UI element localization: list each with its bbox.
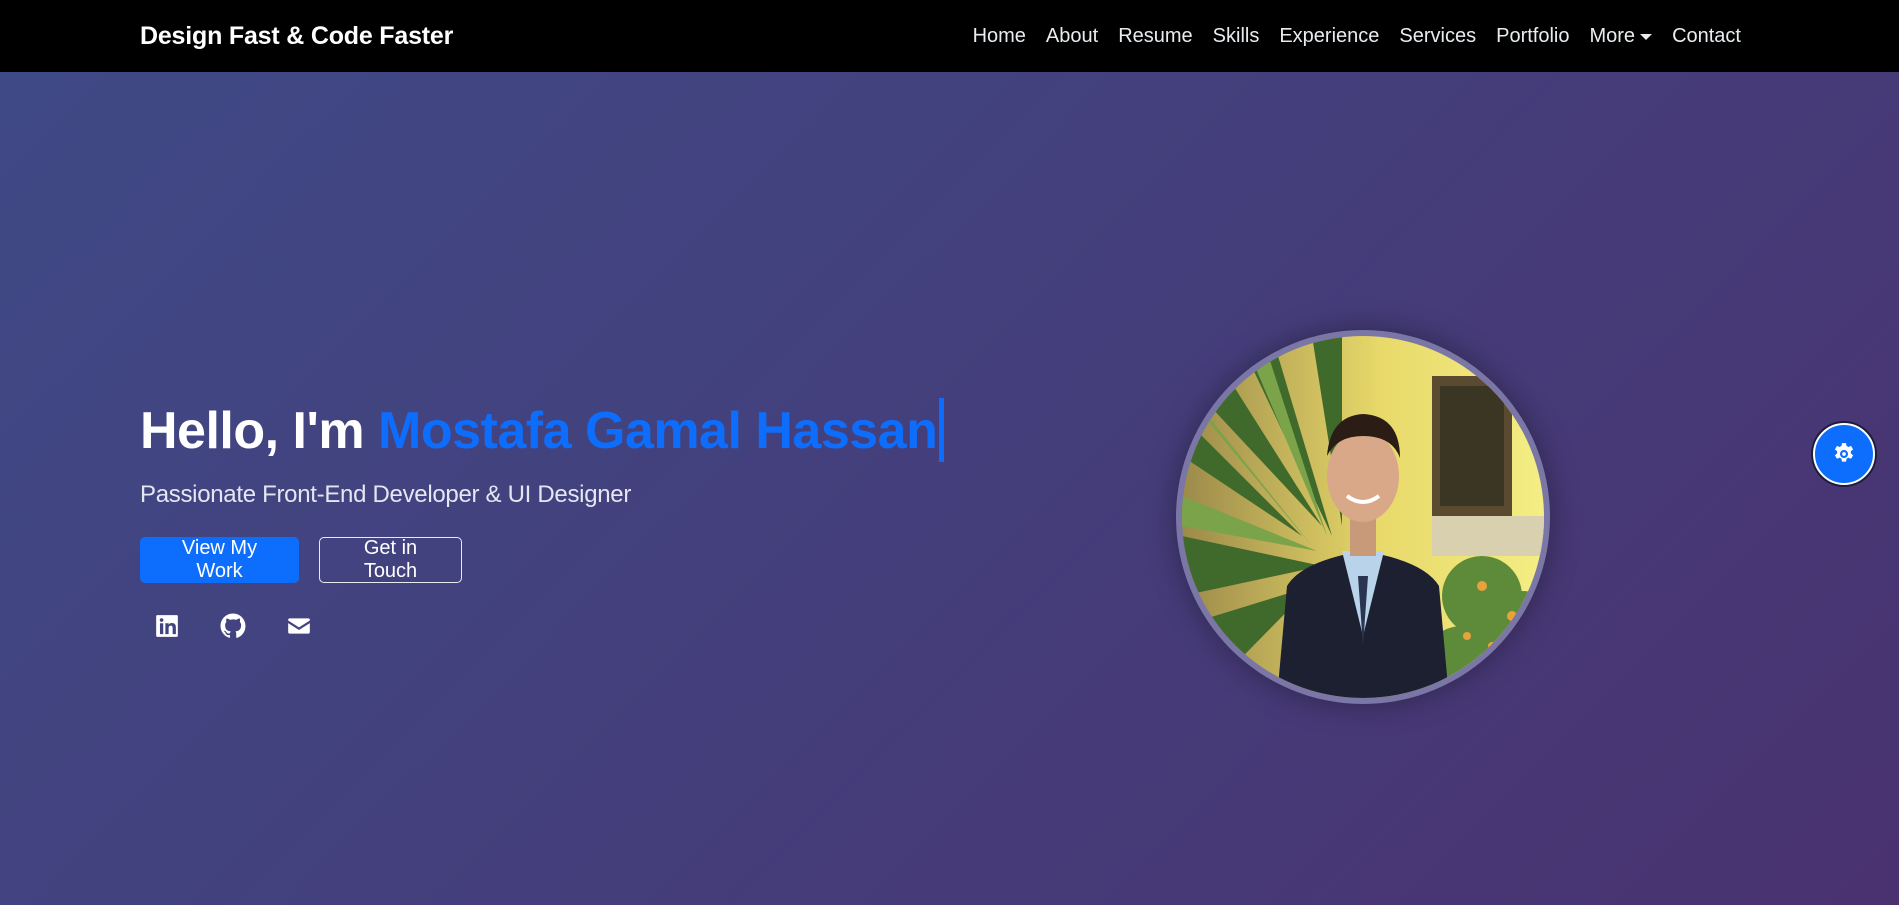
nav-item-resume[interactable]: Resume — [1108, 0, 1202, 72]
profile-photo-illustration — [1182, 336, 1544, 698]
social-links — [154, 613, 944, 639]
hero-greeting: Hello, I'm — [140, 402, 379, 460]
nav-item-services[interactable]: Services — [1389, 0, 1486, 72]
settings-toggle-button[interactable] — [1813, 423, 1875, 485]
profile-photo-frame — [1176, 330, 1550, 704]
view-my-work-button[interactable]: View My Work — [140, 537, 299, 583]
get-in-touch-button[interactable]: Get in Touch — [319, 537, 462, 583]
nav-item-contact[interactable]: Contact — [1662, 0, 1751, 72]
nav-item-more-dropdown[interactable]: More — [1579, 0, 1662, 72]
caret-down-icon — [1640, 34, 1653, 40]
hero-section: Hello, I'm Mostafa Gamal Hassan Passiona… — [140, 395, 945, 639]
nav-item-more-label: More — [1589, 24, 1636, 47]
nav-item-about[interactable]: About — [1036, 0, 1108, 72]
nav-links: Home About Resume Skills Experience Serv… — [963, 0, 1751, 72]
profile-photo — [1182, 336, 1544, 698]
nav-item-experience[interactable]: Experience — [1269, 0, 1389, 72]
hero-subtitle: Passionate Front-End Developer & UI Desi… — [140, 481, 632, 508]
linkedin-icon[interactable] — [154, 613, 180, 639]
typing-cursor — [939, 398, 945, 463]
brand-logo[interactable]: Design Fast & Code Faster — [140, 0, 453, 72]
hero-name: Mostafa Gamal Hassan — [378, 402, 938, 460]
hero-buttons: View My Work Get in Touch — [140, 537, 944, 583]
github-icon[interactable] — [220, 613, 246, 639]
hero-title: Hello, I'm Mostafa Gamal Hassan — [140, 395, 945, 467]
nav-item-skills[interactable]: Skills — [1203, 0, 1270, 72]
envelope-icon[interactable] — [286, 613, 312, 639]
navbar: Design Fast & Code Faster Home About Res… — [0, 0, 1899, 72]
nav-item-portfolio[interactable]: Portfolio — [1486, 0, 1579, 72]
gear-icon — [1834, 443, 1854, 462]
nav-item-home[interactable]: Home — [963, 0, 1036, 72]
